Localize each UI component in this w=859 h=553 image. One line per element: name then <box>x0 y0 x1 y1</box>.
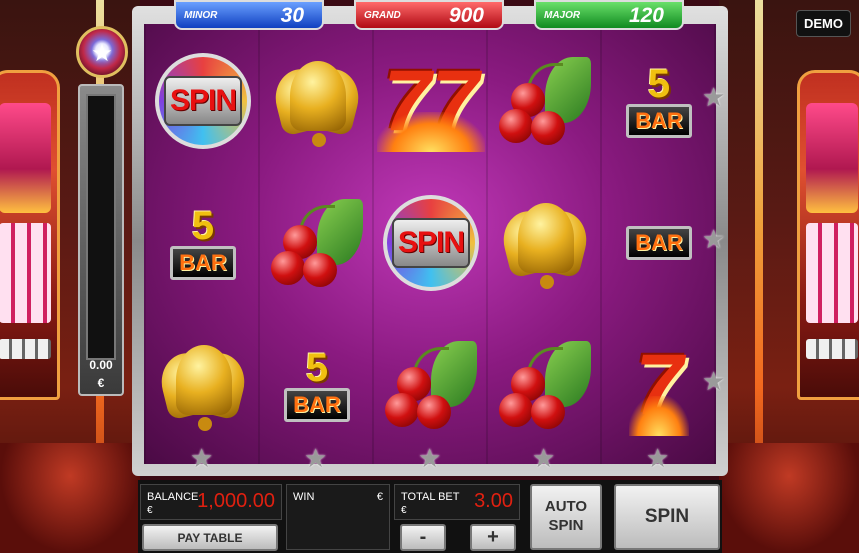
total-bet-label: TOTAL BET <box>401 491 460 503</box>
reel-cell <box>148 330 258 440</box>
star-icon: ★ <box>702 224 726 254</box>
reel-cell: 5 BAR <box>148 188 258 298</box>
spin-symbol-text: SPIN <box>391 218 471 268</box>
jackpot-amount: 120 <box>628 4 664 27</box>
reel-cell <box>262 46 372 156</box>
reel-cell: SPIN <box>148 46 258 156</box>
win-label: WIN <box>293 491 315 503</box>
pay-table-button[interactable]: PAY TABLE <box>142 524 278 551</box>
five-bar-symbol: 5 BAR <box>170 206 236 280</box>
bell-part <box>290 61 346 131</box>
meter-bar <box>86 94 116 360</box>
seven-symbol: 7 <box>629 337 689 436</box>
slot-machine-decor <box>0 70 60 400</box>
total-bet-value: 3.00 <box>474 490 513 512</box>
star-icon: ★ <box>702 366 726 396</box>
spin-symbol: SPIN <box>155 53 251 149</box>
auto-spin-button[interactable]: AUTO SPIN <box>530 484 602 550</box>
bell-symbol <box>497 203 593 289</box>
jackpot-grand: GRAND 900 <box>354 0 504 30</box>
total-bet-currency: € <box>401 505 407 516</box>
auto-spin-label-line1: AUTO <box>544 498 588 516</box>
reel-cell: 5 BAR <box>604 46 714 156</box>
cherry-symbol <box>497 53 593 149</box>
reel-cell: BAR <box>604 188 714 298</box>
cherry-part <box>271 251 305 285</box>
reel-cell <box>490 46 600 156</box>
reel-cell <box>490 188 600 298</box>
cherry-part <box>531 111 565 145</box>
five-text: 5 <box>647 62 671 106</box>
reel-cell <box>376 330 486 440</box>
seven-symbol: 77 <box>377 53 485 152</box>
bell-symbol <box>155 345 251 431</box>
cherry-symbol <box>497 337 593 433</box>
star-icon: ★ <box>702 82 726 112</box>
cherry-part <box>303 253 337 287</box>
star-icon: ★ <box>418 443 442 473</box>
bar-text: BAR <box>284 388 350 422</box>
cherry-part <box>531 395 565 429</box>
five-bar-symbol: 5 BAR <box>284 348 350 422</box>
spin-symbol-text: SPIN <box>163 76 243 126</box>
jackpot-label: GRAND <box>364 10 401 21</box>
star-icon: ★ <box>190 443 214 473</box>
jackpot-label: MAJOR <box>544 10 581 21</box>
balance-box: BALANCE € 1,000.00 <box>140 484 282 520</box>
star-icon: ★ <box>646 443 670 473</box>
balance-currency: € <box>147 505 153 516</box>
balance-value: 1,000.00 <box>197 490 275 512</box>
bell-part <box>198 417 212 431</box>
reel-cell: 7 <box>604 330 714 440</box>
reel-cell <box>262 188 372 298</box>
right-casino-decor <box>719 0 859 553</box>
reel-cell: 77 <box>376 46 486 156</box>
jackpot-label: MINOR <box>184 10 218 21</box>
spin-button[interactable]: SPIN <box>614 484 720 550</box>
spin-symbol: SPIN <box>383 195 479 291</box>
reel-cell: SPIN <box>376 188 486 298</box>
slot-machine-decor <box>797 70 859 400</box>
cherry-symbol <box>383 337 479 433</box>
jackpot-amount: 30 <box>280 4 304 27</box>
bell-part <box>518 203 574 273</box>
meter-currency: € <box>97 376 105 390</box>
demo-badge: DEMO <box>796 10 851 37</box>
reel-area: SPIN 5 BAR 5 BAR 77 SPIN 5 BAR BAR 7 <box>144 24 716 464</box>
jackpot-minor: MINOR 30 <box>174 0 324 30</box>
bell-part <box>176 345 232 415</box>
bar-text: BAR <box>626 104 692 138</box>
auto-spin-label-line2: SPIN <box>548 517 584 534</box>
bell-symbol <box>269 61 365 147</box>
meter-value: 0.00 <box>89 358 113 372</box>
bar-text: BAR <box>626 226 692 260</box>
five-text: 5 <box>305 346 329 390</box>
jackpot-major: MAJOR 120 <box>534 0 684 30</box>
cherry-part <box>499 109 533 143</box>
bell-part <box>540 275 554 289</box>
reel-cell: 5 BAR <box>262 330 372 440</box>
jackpot-amount: 900 <box>448 4 484 27</box>
control-panel: BALANCE € 1,000.00 PAY TABLE WIN € TOTAL… <box>138 480 722 553</box>
bet-decrease-button[interactable]: - <box>400 524 446 551</box>
bar-text: BAR <box>170 246 236 280</box>
reel-cell <box>490 330 600 440</box>
total-bet-box: TOTAL BET € 3.00 <box>394 484 520 520</box>
cherry-part <box>417 395 451 429</box>
progress-meter: 0.00 € <box>78 84 124 396</box>
five-bar-symbol: 5 BAR <box>626 64 692 138</box>
bell-part <box>312 133 326 147</box>
balance-label: BALANCE <box>147 491 199 503</box>
star-icon: ★ <box>304 443 328 473</box>
cherry-symbol <box>269 195 365 291</box>
five-text: 5 <box>191 204 215 248</box>
win-box: WIN € <box>286 484 390 550</box>
star-icon: ★ <box>532 443 556 473</box>
star-badge-icon: ★ <box>76 26 128 78</box>
cherry-part <box>499 393 533 427</box>
win-currency: € <box>376 491 383 503</box>
cherry-part <box>385 393 419 427</box>
bet-increase-button[interactable]: + <box>470 524 516 551</box>
bar-symbol: BAR <box>626 226 692 260</box>
